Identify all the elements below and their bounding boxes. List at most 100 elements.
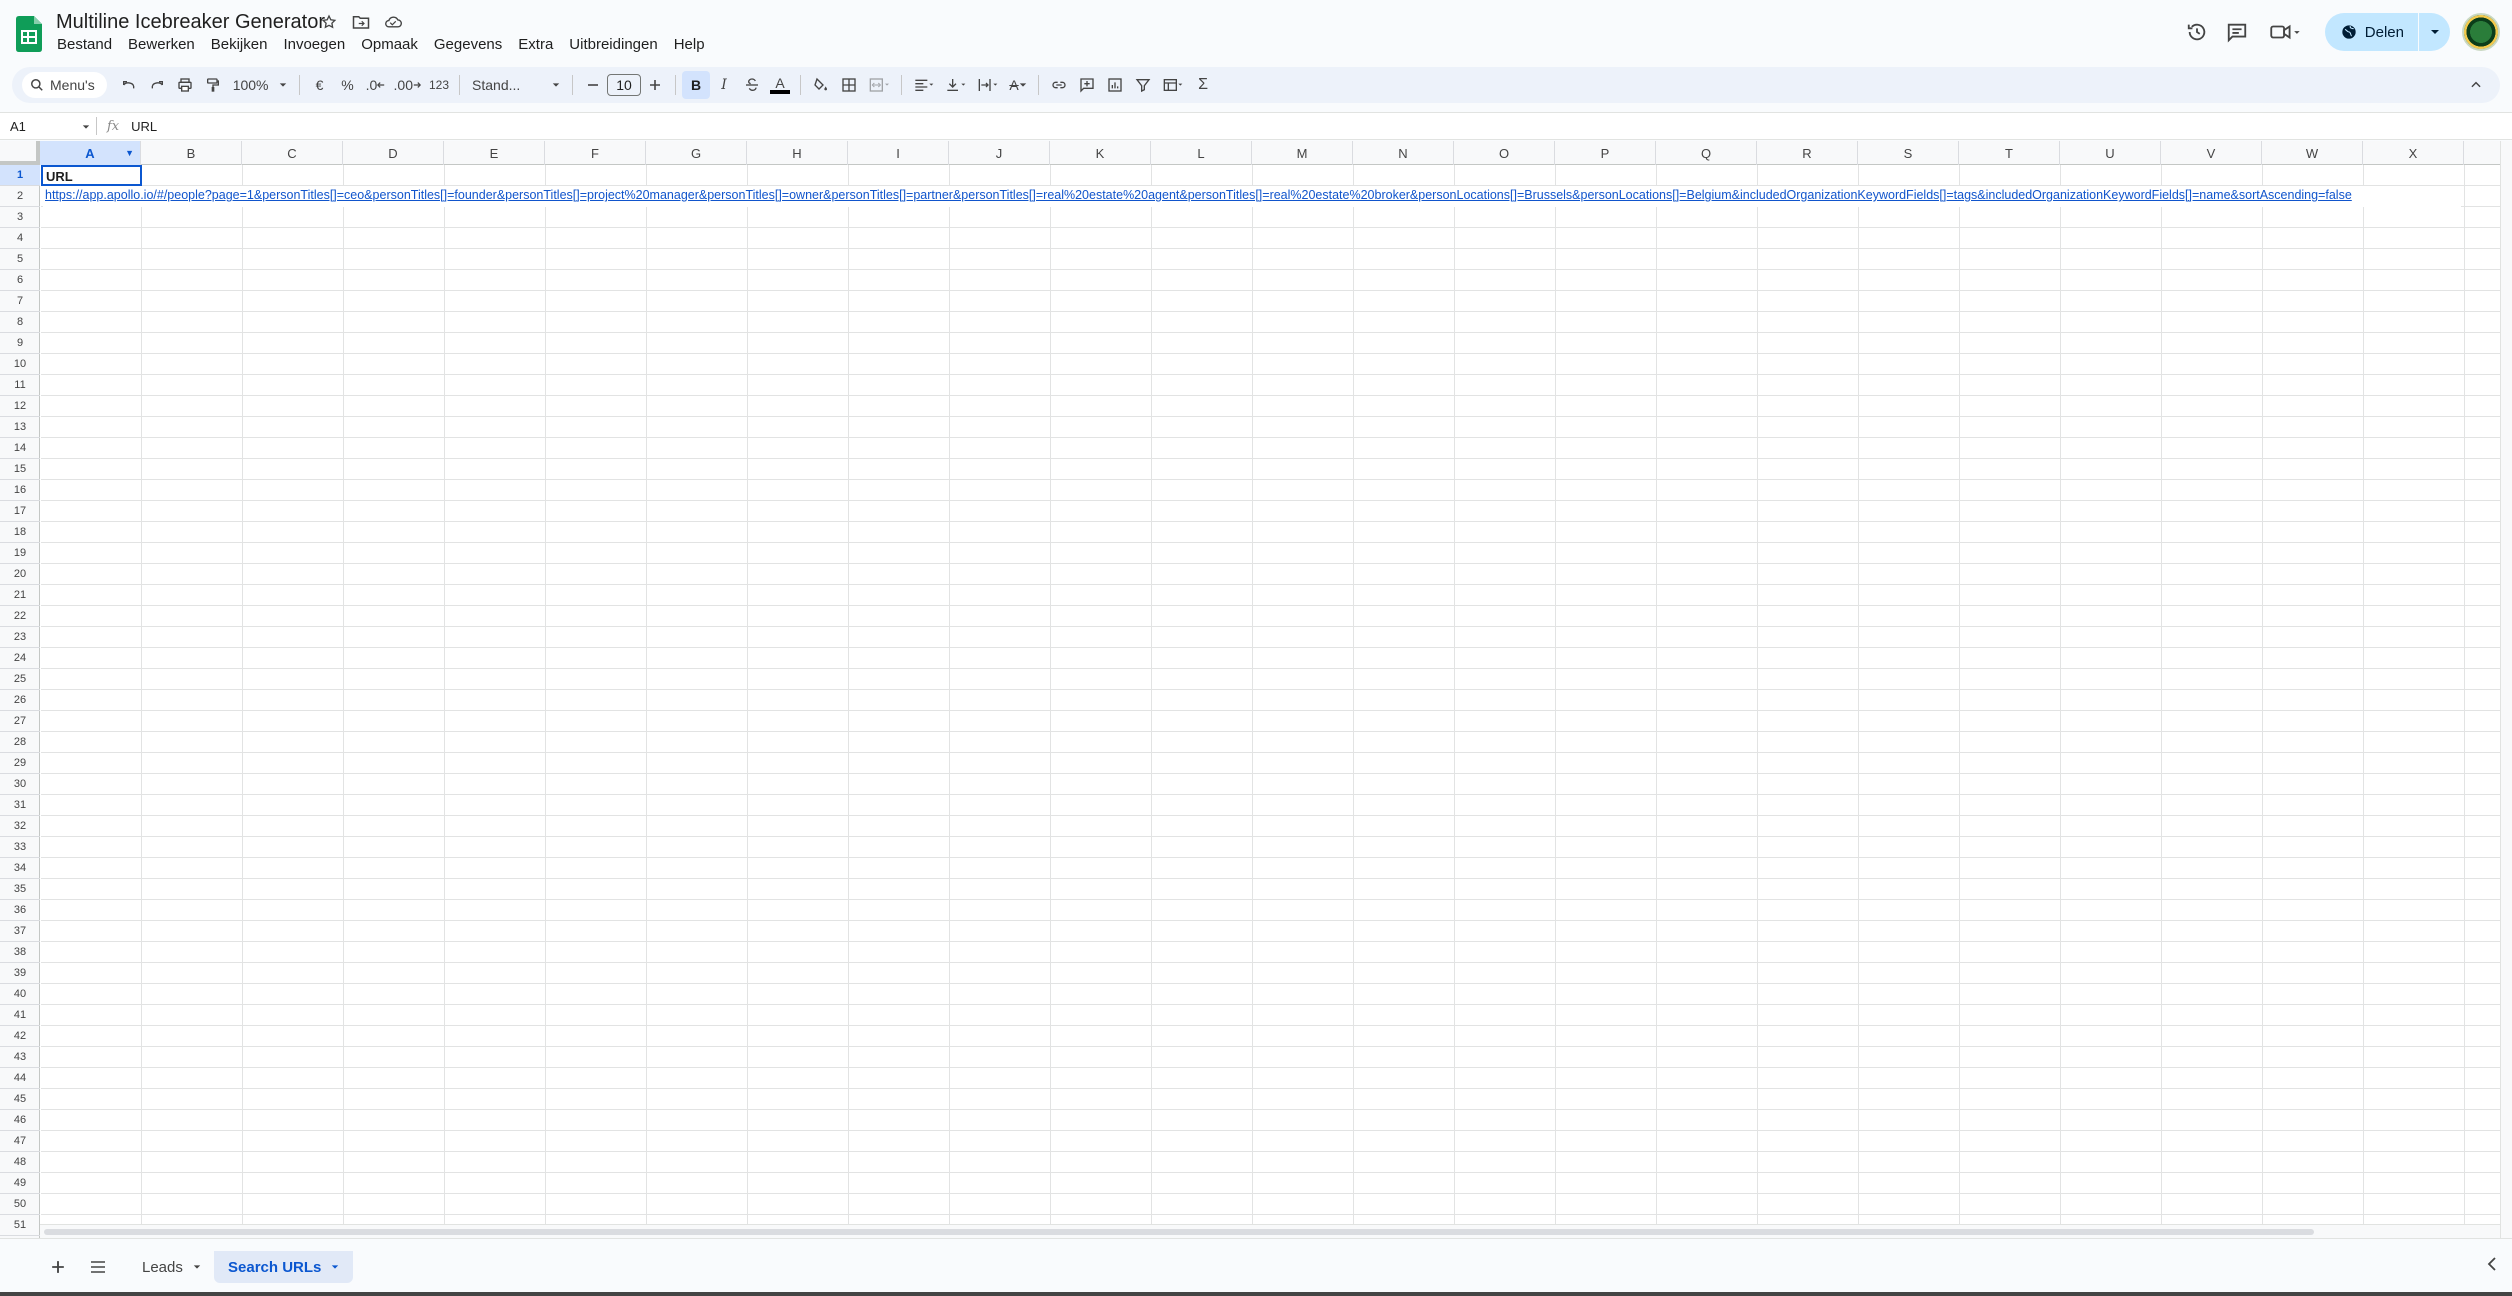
- row-header-8[interactable]: 8: [0, 312, 40, 333]
- column-header-p[interactable]: P: [1555, 141, 1656, 165]
- row-header-24[interactable]: 24: [0, 648, 40, 669]
- menu-extra[interactable]: Extra: [518, 36, 561, 53]
- cell-area[interactable]: [41, 165, 2512, 1238]
- menu-bekijken[interactable]: Bekijken: [211, 36, 276, 53]
- row-header-40[interactable]: 40: [0, 984, 40, 1005]
- text-wrapping-button[interactable]: [972, 71, 1004, 99]
- row-header-49[interactable]: 49: [0, 1173, 40, 1194]
- print-button[interactable]: [171, 71, 199, 99]
- paint-format-button[interactable]: [199, 71, 227, 99]
- horizontal-scroll-thumb[interactable]: [44, 1229, 2314, 1235]
- column-header-u[interactable]: U: [2060, 141, 2161, 165]
- font-size-input[interactable]: 10: [607, 74, 642, 96]
- menu-invoegen[interactable]: Invoegen: [283, 36, 353, 53]
- menu-help[interactable]: Help: [674, 36, 713, 53]
- move-folder-icon[interactable]: [352, 13, 370, 31]
- column-header-n[interactable]: N: [1353, 141, 1454, 165]
- decrease-font-size-button[interactable]: [579, 71, 607, 99]
- insert-link-button[interactable]: [1045, 71, 1073, 99]
- hide-menus-button[interactable]: [2462, 71, 2490, 99]
- row-header-45[interactable]: 45: [0, 1089, 40, 1110]
- menu-bewerken[interactable]: Bewerken: [128, 36, 203, 53]
- undo-button[interactable]: [115, 71, 143, 99]
- row-header-44[interactable]: 44: [0, 1068, 40, 1089]
- row-header-3[interactable]: 3: [0, 207, 40, 228]
- row-header-50[interactable]: 50: [0, 1194, 40, 1215]
- merge-cells-button[interactable]: [863, 71, 895, 99]
- menu-bestand[interactable]: Bestand: [57, 36, 120, 53]
- star-icon[interactable]: [320, 13, 338, 31]
- text-rotation-button[interactable]: A: [1004, 71, 1032, 99]
- menu-gegevens[interactable]: Gegevens: [434, 36, 510, 53]
- comments-icon[interactable]: [2217, 12, 2257, 52]
- row-header-13[interactable]: 13: [0, 417, 40, 438]
- cloud-saved-icon[interactable]: [384, 13, 402, 31]
- sheets-logo-icon[interactable]: [16, 16, 42, 52]
- column-header-l[interactable]: L: [1151, 141, 1252, 165]
- document-title[interactable]: Multiline Icebreaker Generator: [56, 11, 325, 34]
- row-header-12[interactable]: 12: [0, 396, 40, 417]
- explore-collapse-button[interactable]: [2486, 1255, 2498, 1276]
- row-header-26[interactable]: 26: [0, 690, 40, 711]
- row-header-48[interactable]: 48: [0, 1152, 40, 1173]
- column-header-m[interactable]: M: [1252, 141, 1353, 165]
- row-header-37[interactable]: 37: [0, 921, 40, 942]
- column-header-g[interactable]: G: [646, 141, 747, 165]
- more-formats-button[interactable]: 123: [425, 71, 453, 99]
- horizontal-scrollbar[interactable]: [40, 1224, 2500, 1238]
- cell-a1-selected[interactable]: URL: [41, 165, 142, 186]
- row-header-22[interactable]: 22: [0, 606, 40, 627]
- vertical-align-button[interactable]: [940, 71, 972, 99]
- strikethrough-button[interactable]: [738, 71, 766, 99]
- row-header-4[interactable]: 4: [0, 228, 40, 249]
- functions-button[interactable]: Σ: [1189, 71, 1217, 99]
- row-header-35[interactable]: 35: [0, 879, 40, 900]
- add-sheet-button[interactable]: [44, 1253, 72, 1281]
- insert-chart-button[interactable]: [1101, 71, 1129, 99]
- column-header-o[interactable]: O: [1454, 141, 1555, 165]
- row-header-32[interactable]: 32: [0, 816, 40, 837]
- filter-views-button[interactable]: [1157, 71, 1189, 99]
- row-header-23[interactable]: 23: [0, 627, 40, 648]
- increase-font-size-button[interactable]: [641, 71, 669, 99]
- row-header-36[interactable]: 36: [0, 900, 40, 921]
- italic-button[interactable]: I: [710, 71, 738, 99]
- row-header-29[interactable]: 29: [0, 753, 40, 774]
- column-header-h[interactable]: H: [747, 141, 848, 165]
- row-header-2[interactable]: 2: [0, 186, 40, 207]
- row-header-14[interactable]: 14: [0, 438, 40, 459]
- vertical-scrollbar[interactable]: [2500, 141, 2512, 1238]
- column-header-j[interactable]: J: [949, 141, 1050, 165]
- row-header-16[interactable]: 16: [0, 480, 40, 501]
- all-sheets-button[interactable]: [84, 1253, 112, 1281]
- column-header-v[interactable]: V: [2161, 141, 2262, 165]
- row-header-25[interactable]: 25: [0, 669, 40, 690]
- decrease-decimal-button[interactable]: .0: [362, 71, 390, 99]
- row-header-9[interactable]: 9: [0, 333, 40, 354]
- create-filter-button[interactable]: [1129, 71, 1157, 99]
- row-header-5[interactable]: 5: [0, 249, 40, 270]
- column-header-k[interactable]: K: [1050, 141, 1151, 165]
- column-header-r[interactable]: R: [1757, 141, 1858, 165]
- row-header-28[interactable]: 28: [0, 732, 40, 753]
- search-menus-button[interactable]: Menu's: [22, 72, 107, 98]
- row-header-1[interactable]: 1: [0, 165, 40, 186]
- row-header-10[interactable]: 10: [0, 354, 40, 375]
- row-header-15[interactable]: 15: [0, 459, 40, 480]
- column-header-a[interactable]: A ▼: [40, 141, 141, 165]
- column-header-q[interactable]: Q: [1656, 141, 1757, 165]
- formula-input[interactable]: URL: [131, 119, 157, 134]
- redo-button[interactable]: [143, 71, 171, 99]
- menu-uitbreidingen[interactable]: Uitbreidingen: [569, 36, 665, 53]
- column-header-i[interactable]: I: [848, 141, 949, 165]
- version-history-icon[interactable]: [2177, 12, 2217, 52]
- column-menu-icon[interactable]: ▼: [125, 148, 134, 158]
- column-header-s[interactable]: S: [1858, 141, 1959, 165]
- insert-comment-button[interactable]: [1073, 71, 1101, 99]
- row-header-46[interactable]: 46: [0, 1110, 40, 1131]
- currency-format-button[interactable]: €: [306, 71, 334, 99]
- name-box[interactable]: A1: [0, 119, 96, 134]
- row-header-34[interactable]: 34: [0, 858, 40, 879]
- row-header-7[interactable]: 7: [0, 291, 40, 312]
- sheet-tab-leads[interactable]: Leads: [128, 1251, 215, 1283]
